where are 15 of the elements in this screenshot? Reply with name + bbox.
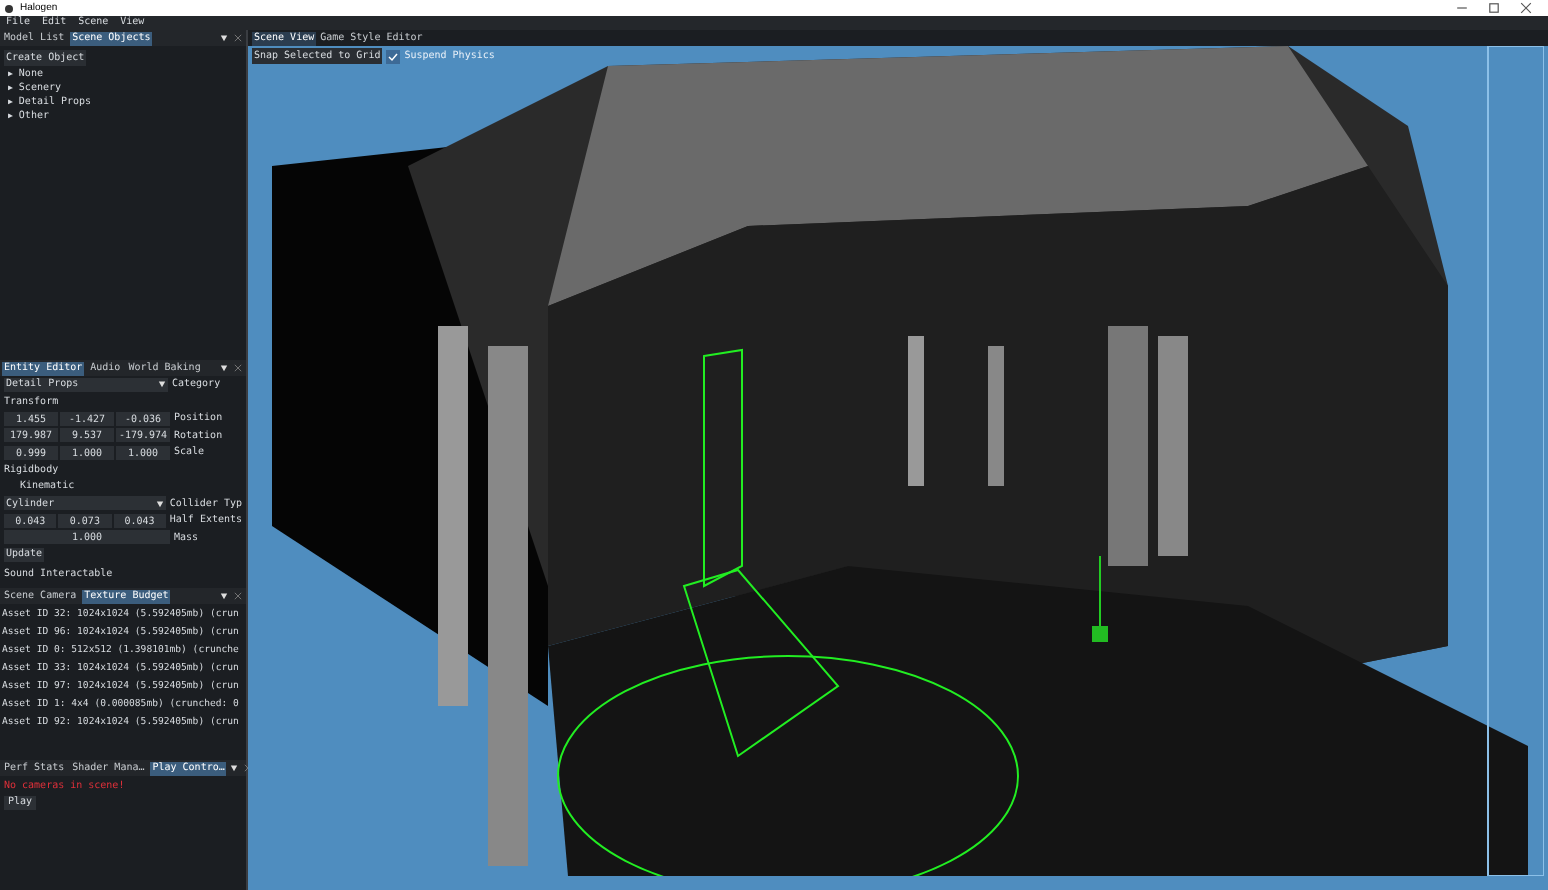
checkbox[interactable] [386, 49, 401, 63]
dropdown-icon[interactable] [220, 592, 228, 600]
close-icon[interactable] [234, 34, 242, 42]
dropdown-icon[interactable] [230, 764, 239, 772]
maximize-icon[interactable] [1488, 2, 1500, 14]
dropdown-icon[interactable] [220, 364, 228, 372]
close-icon[interactable] [234, 364, 242, 372]
dropdown-icon[interactable] [220, 34, 228, 42]
dropdown-arrow-icon [158, 380, 166, 388]
app-icon [4, 3, 14, 13]
checkmark-icon [388, 51, 399, 61]
minimize-icon[interactable] [1456, 2, 1468, 14]
close-icon[interactable] [234, 592, 242, 600]
close-icon[interactable] [1520, 2, 1532, 14]
dropdown-arrow-icon [155, 499, 164, 507]
